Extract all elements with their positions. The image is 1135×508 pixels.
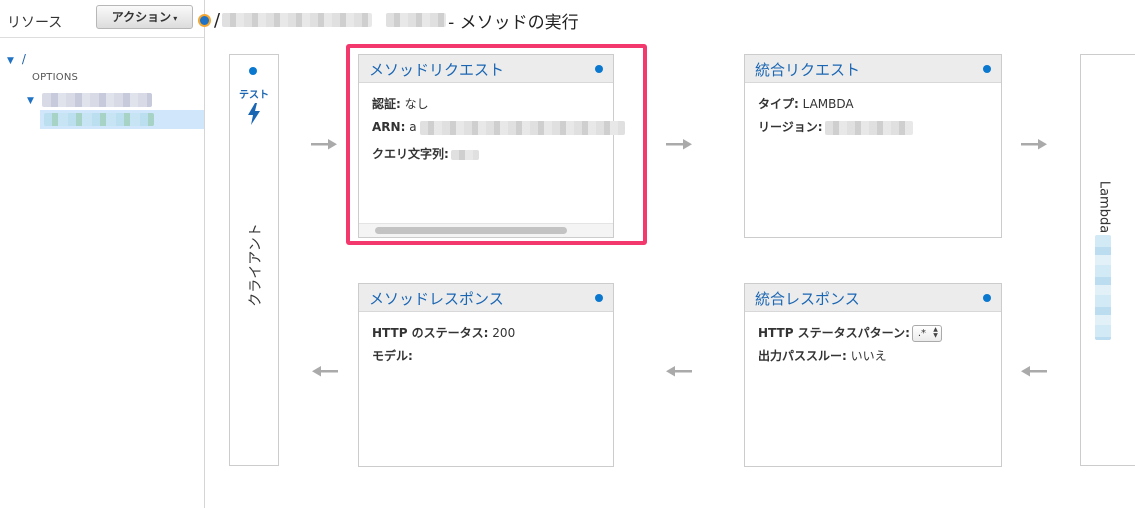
info-dot-icon <box>983 294 991 302</box>
redacted-api-name <box>222 13 373 27</box>
redacted-resource-name <box>41 92 152 107</box>
http-status-label: HTTP のステータス: <box>372 326 489 340</box>
lightning-bolt-icon[interactable] <box>245 103 263 125</box>
method-response-title[interactable]: メソッドレスポンス <box>369 288 504 309</box>
test-link[interactable]: テスト <box>230 86 278 101</box>
caret-down-icon: ▾ <box>173 14 178 23</box>
client-label: クライアント <box>244 215 266 315</box>
passthrough-row: 出力パススルー: いいえ <box>758 345 993 368</box>
info-dot-icon <box>595 65 603 73</box>
query-row: クエリ文字列: <box>372 143 605 166</box>
arrow-right-icon <box>1021 139 1047 150</box>
type-row: タイプ: LAMBDA <box>758 93 993 116</box>
info-dot-icon <box>249 67 257 75</box>
arrow-right-icon <box>311 139 337 150</box>
integration-request-title[interactable]: 統合リクエスト <box>755 59 860 80</box>
page-title: / - メソッドの実行 <box>198 8 579 33</box>
redacted-region <box>824 120 913 135</box>
scrollbar-thumb[interactable] <box>375 227 567 234</box>
status-pattern-row: HTTP ステータスパターン: .* ▲ ▼ <box>758 322 993 345</box>
model-row: モデル: <box>372 345 605 368</box>
integration-request-card[interactable]: 統合リクエスト タイプ: LAMBDA リージョン: <box>744 54 1002 238</box>
lambda-label-text: Lambda <box>1096 180 1112 234</box>
auth-label: 認証: <box>372 97 401 111</box>
region-label: リージョン: <box>758 120 823 134</box>
arrow-left-icon <box>312 366 338 377</box>
tree-root-label: / <box>21 52 26 66</box>
tree-item-root[interactable]: ▼ / <box>7 52 26 66</box>
expand-triangle-icon[interactable]: ▼ <box>27 96 34 106</box>
type-value: LAMBDA <box>802 97 854 111</box>
integration-response-title[interactable]: 統合レスポンス <box>755 288 860 309</box>
status-dot-icon <box>198 13 211 27</box>
redacted-method-id <box>386 13 447 27</box>
redacted-method-name <box>44 113 154 126</box>
redacted-query <box>450 149 479 160</box>
arn-label: ARN: <box>372 120 406 134</box>
integration-response-body: HTTP ステータスパターン: .* ▲ ▼ 出力パススルー: いいえ <box>758 322 993 368</box>
status-pattern-value: .* <box>917 328 927 339</box>
status-pattern-select[interactable]: .* ▲ ▼ <box>911 325 942 342</box>
method-response-card[interactable]: メソッドレスポンス HTTP のステータス: 200 モデル: <box>358 283 614 467</box>
info-dot-icon <box>983 65 991 73</box>
client-label-text: クライアント <box>248 223 264 307</box>
method-request-card[interactable]: メソッドリクエスト 認証: なし ARN: a クエリ文字列: <box>358 54 625 238</box>
method-request-header: メソッドリクエスト <box>359 55 613 83</box>
redacted-arn <box>419 120 625 135</box>
integration-request-body: タイプ: LAMBDA リージョン: <box>758 93 993 139</box>
resources-sidebar: リソース アクション ▾ ▼ / OPTIONS ▼ <box>0 0 205 508</box>
tree-item-selected-method[interactable] <box>40 110 204 129</box>
region-row: リージョン: <box>758 116 993 139</box>
type-label: タイプ: <box>758 97 799 111</box>
actions-button-label: アクション <box>111 10 172 24</box>
arrow-left-icon <box>1021 366 1047 377</box>
integration-request-header: 統合リクエスト <box>745 55 1001 83</box>
actions-button[interactable]: アクション ▾ <box>96 5 193 29</box>
info-dot-icon <box>595 294 603 302</box>
redacted-lambda-function <box>1095 235 1111 340</box>
passthrough-value: いいえ <box>850 349 887 363</box>
tree-item-resource[interactable]: ▼ <box>27 92 152 108</box>
arn-row: ARN: a <box>372 116 625 139</box>
passthrough-label: 出力パススルー: <box>758 349 847 363</box>
auth-row: 認証: なし <box>372 93 605 116</box>
arn-value-prefix: a <box>409 120 417 134</box>
horizontal-scrollbar[interactable] <box>359 223 613 237</box>
select-arrows-icon: ▲ ▼ <box>933 326 938 339</box>
method-request-body: 認証: なし ARN: a クエリ文字列: <box>372 93 625 166</box>
sidebar-title: リソース <box>7 15 63 31</box>
title-slash: / <box>214 9 221 31</box>
http-status-value: 200 <box>492 326 516 340</box>
lambda-panel[interactable]: Lambda <box>1080 54 1135 466</box>
method-response-header: メソッドレスポンス <box>359 284 613 312</box>
integration-response-header: 統合レスポンス <box>745 284 1001 312</box>
status-pattern-label: HTTP ステータスパターン: <box>758 326 910 340</box>
integration-response-card[interactable]: 統合レスポンス HTTP ステータスパターン: .* ▲ ▼ 出力パススルー: いいえ <box>744 283 1002 467</box>
page-title-text: - メソッドの実行 <box>448 12 579 33</box>
http-status-row: HTTP のステータス: 200 <box>372 322 605 345</box>
tree-item-options-method[interactable]: OPTIONS <box>32 72 78 83</box>
expand-triangle-icon[interactable]: ▼ <box>7 56 14 66</box>
arrow-right-icon <box>666 139 692 150</box>
sidebar-header: リソース アクション ▾ <box>0 0 204 38</box>
auth-value: なし <box>404 97 429 111</box>
query-label: クエリ文字列: <box>372 147 449 161</box>
arrow-left-icon <box>666 366 692 377</box>
lambda-label: Lambda <box>1089 177 1119 237</box>
method-response-body: HTTP のステータス: 200 モデル: <box>372 322 605 368</box>
method-request-title[interactable]: メソッドリクエスト <box>369 59 504 80</box>
client-panel: テスト クライアント <box>229 54 279 466</box>
model-label: モデル: <box>372 349 413 363</box>
